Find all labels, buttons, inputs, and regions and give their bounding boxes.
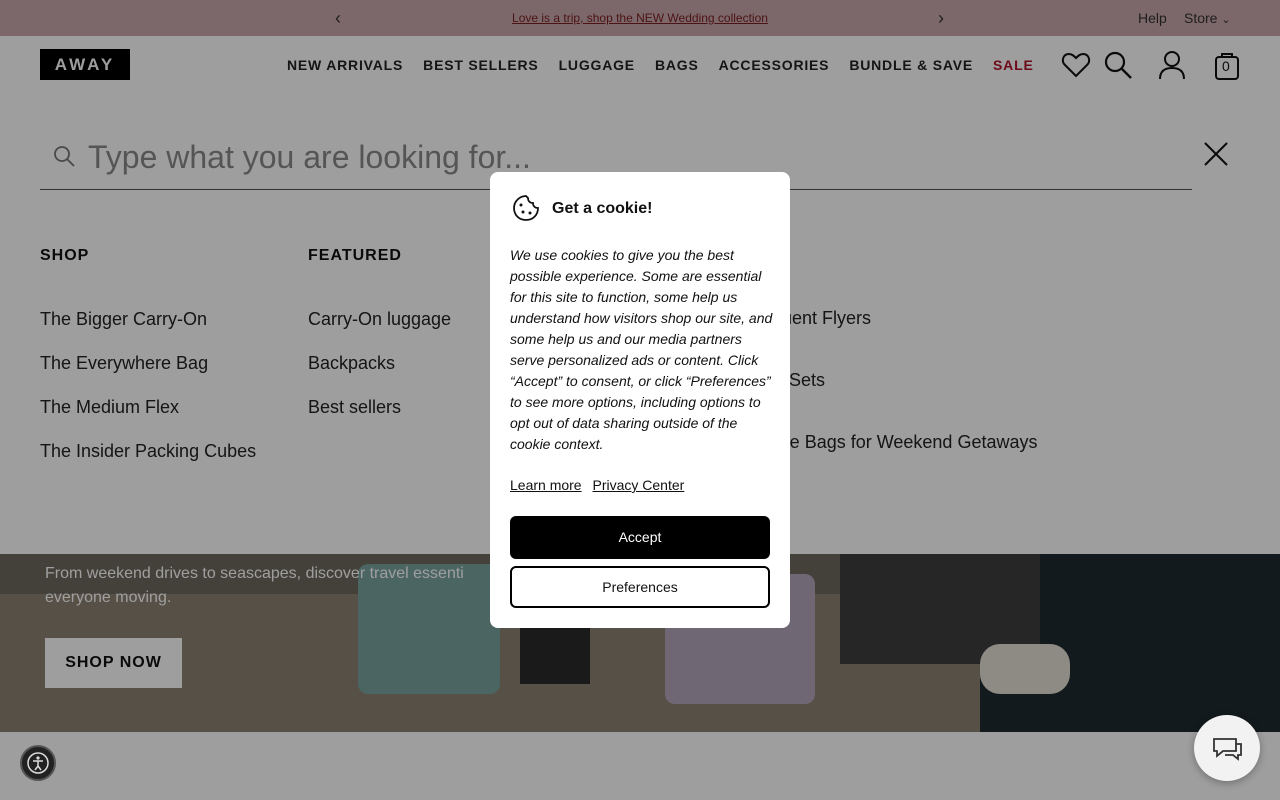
- cookie-consent-dialog: Get a cookie! We use cookies to give you…: [490, 172, 790, 628]
- cookie-icon: [513, 195, 539, 221]
- learn-more-link[interactable]: Learn more: [510, 477, 582, 493]
- chat-button[interactable]: [1194, 715, 1260, 781]
- accessibility-button[interactable]: [20, 745, 56, 781]
- accessibility-icon: [27, 752, 49, 774]
- cookie-links: Learn more Privacy Center: [510, 477, 691, 493]
- privacy-center-link[interactable]: Privacy Center: [592, 477, 684, 493]
- preferences-button[interactable]: Preferences: [510, 566, 770, 608]
- chat-icon: [1213, 738, 1242, 761]
- cookie-dialog-title: Get a cookie!: [552, 200, 653, 217]
- cookie-dialog-body: We use cookies to give you the best poss…: [510, 247, 773, 452]
- accept-button[interactable]: Accept: [510, 516, 770, 559]
